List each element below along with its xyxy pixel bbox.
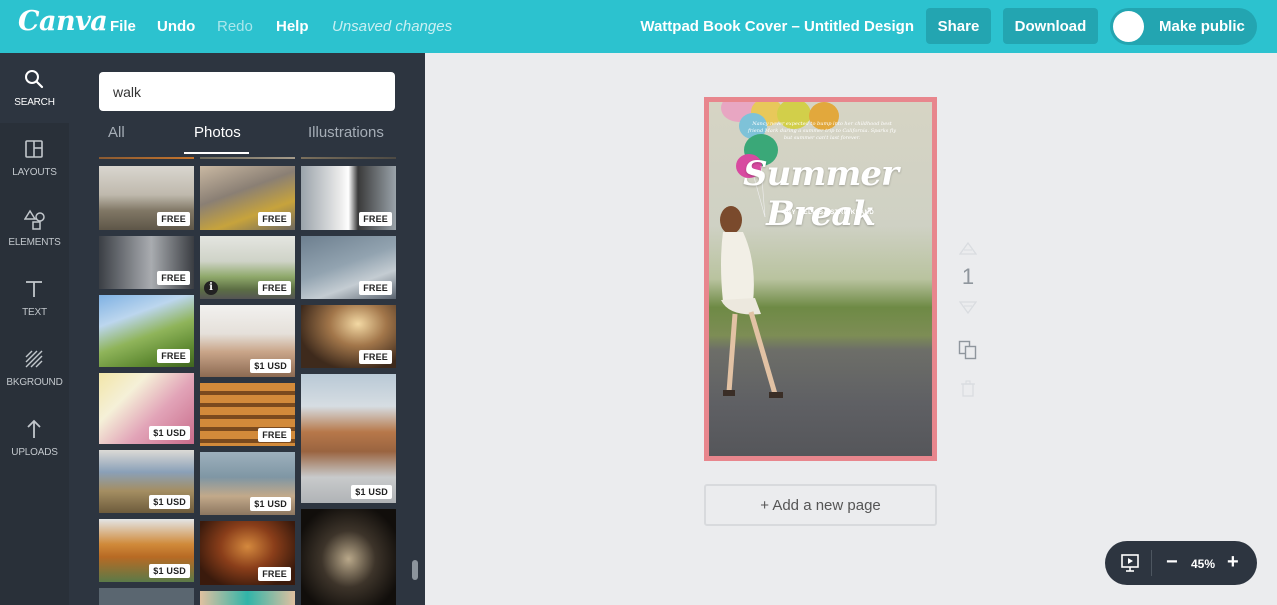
photo-thumbnail[interactable] — [200, 157, 295, 159]
photo-thumbnail[interactable]: FREE — [200, 166, 295, 230]
nav-text-label: TEXT — [22, 307, 47, 318]
price-badge: $1 USD — [149, 426, 190, 440]
cover-artwork[interactable]: Nancy never expected to bump into her ch… — [709, 102, 932, 456]
delete-page-icon[interactable] — [960, 380, 976, 398]
price-badge: FREE — [359, 350, 392, 364]
add-page-button[interactable]: + Add a new page — [704, 484, 937, 526]
nav-background[interactable]: BKGROUND — [0, 333, 69, 403]
price-badge: FREE — [359, 212, 392, 226]
share-button[interactable]: Share — [926, 8, 991, 44]
tab-all[interactable]: All — [108, 124, 125, 141]
canva-logo[interactable]: Canva — [18, 6, 108, 37]
make-public-toggle[interactable]: Make public — [1110, 8, 1257, 45]
nav-uploads[interactable]: UPLOADS — [0, 403, 69, 473]
make-public-label: Make public — [1159, 18, 1245, 35]
photo-thumbnail[interactable]: i FREE — [200, 236, 295, 299]
zoom-in-button[interactable]: + — [1227, 551, 1239, 573]
price-badge: FREE — [157, 349, 190, 363]
search-icon — [25, 70, 44, 89]
nav-background-label: BKGROUND — [6, 377, 63, 388]
photo-thumbnail[interactable]: $1 USD — [200, 452, 295, 515]
background-icon — [25, 350, 43, 368]
nav-text[interactable]: TEXT — [0, 263, 69, 333]
page-number: 1 — [961, 264, 975, 289]
nav-elements-label: ELEMENTS — [8, 237, 61, 248]
redo-button[interactable]: Redo — [217, 18, 253, 35]
nav-search[interactable]: SEARCH — [0, 53, 69, 123]
text-icon — [26, 281, 42, 297]
nav-search-label: SEARCH — [14, 97, 55, 108]
toggle-knob[interactable] — [1113, 11, 1144, 42]
move-page-up-icon[interactable] — [959, 242, 977, 256]
nav-layouts[interactable]: LAYOUTS — [0, 123, 69, 193]
cover-title[interactable]: Summer Break — [709, 154, 932, 234]
tab-photos[interactable]: Photos — [194, 124, 241, 141]
zoom-out-button[interactable]: − — [1166, 551, 1178, 573]
photo-thumbnail[interactable]: $1 USD — [200, 305, 295, 377]
photo-thumbnail[interactable]: $1 USD — [99, 450, 194, 513]
price-badge: $1 USD — [250, 359, 291, 373]
photo-thumbnail[interactable]: FREE — [99, 166, 194, 230]
price-badge: FREE — [258, 212, 291, 226]
photo-thumbnail[interactable]: FREE — [99, 236, 194, 289]
present-icon[interactable] — [1120, 553, 1140, 573]
nav-uploads-label: UPLOADS — [11, 447, 58, 458]
price-badge: FREE — [258, 281, 291, 295]
download-button[interactable]: Download — [1003, 8, 1098, 44]
results-scrollbar[interactable] — [412, 560, 418, 580]
save-status: Unsaved changes — [332, 18, 453, 35]
side-nav: SEARCH LAYOUTS ELEMENTS TEXT BKGROUND UP… — [0, 53, 69, 605]
file-menu[interactable]: File — [110, 18, 136, 35]
search-input[interactable] — [99, 72, 395, 111]
active-tab-indicator — [184, 152, 249, 154]
info-icon[interactable]: i — [204, 281, 218, 295]
price-badge: FREE — [157, 212, 190, 226]
price-badge: $1 USD — [149, 564, 190, 578]
undo-button[interactable]: Undo — [157, 18, 195, 35]
document-title[interactable]: Wattpad Book Cover – Untitled Design — [640, 18, 914, 35]
photo-thumbnail[interactable]: FREE — [301, 166, 396, 230]
price-badge: FREE — [258, 428, 291, 442]
elements-icon — [24, 209, 45, 230]
photo-thumbnail[interactable]: FREE — [200, 383, 295, 446]
photo-results-grid[interactable]: FREE FREE FREE $1 USD $1 USD $1 USD FREE… — [99, 157, 397, 605]
photo-thumbnail[interactable] — [200, 591, 295, 605]
photo-thumbnail[interactable] — [99, 588, 194, 605]
top-bar: Canva File Undo Redo Help Unsaved change… — [0, 0, 1277, 53]
price-badge: $1 USD — [351, 485, 392, 499]
search-panel: All Photos Illustrations FREE FREE FREE … — [69, 53, 425, 605]
photo-thumbnail[interactable]: FREE — [200, 521, 295, 585]
design-page[interactable]: Nancy never expected to bump into her ch… — [704, 97, 937, 461]
layouts-icon — [25, 140, 43, 158]
zoom-divider — [1151, 550, 1152, 576]
move-page-down-icon[interactable] — [959, 300, 977, 314]
price-badge: FREE — [258, 567, 291, 581]
cover-blurb[interactable]: Nancy never expected to bump into her ch… — [747, 121, 897, 142]
photo-thumbnail[interactable] — [301, 509, 396, 605]
nav-layouts-label: LAYOUTS — [12, 167, 57, 178]
photo-thumbnail[interactable] — [99, 157, 194, 159]
price-badge: $1 USD — [149, 495, 190, 509]
help-menu[interactable]: Help — [276, 18, 309, 35]
photo-thumbnail[interactable]: FREE — [301, 236, 396, 299]
duplicate-page-icon[interactable] — [958, 340, 978, 360]
photo-thumbnail[interactable] — [301, 157, 396, 159]
photo-thumbnail[interactable]: $1 USD — [301, 374, 396, 503]
cover-author[interactable]: BY MELISSA STRICKLAND — [709, 210, 932, 216]
photo-thumbnail[interactable]: $1 USD — [99, 373, 194, 444]
photo-thumbnail[interactable]: $1 USD — [99, 519, 194, 582]
price-badge: FREE — [157, 271, 190, 285]
photo-thumbnail[interactable]: FREE — [301, 305, 396, 368]
zoom-level: 45% — [1191, 557, 1216, 571]
nav-elements[interactable]: ELEMENTS — [0, 193, 69, 263]
price-badge: $1 USD — [250, 497, 291, 511]
tab-illustrations[interactable]: Illustrations — [308, 124, 384, 141]
price-badge: FREE — [359, 281, 392, 295]
upload-icon — [27, 419, 41, 438]
zoom-control: − 45% + — [1105, 541, 1257, 585]
photo-thumbnail[interactable]: FREE — [99, 295, 194, 367]
